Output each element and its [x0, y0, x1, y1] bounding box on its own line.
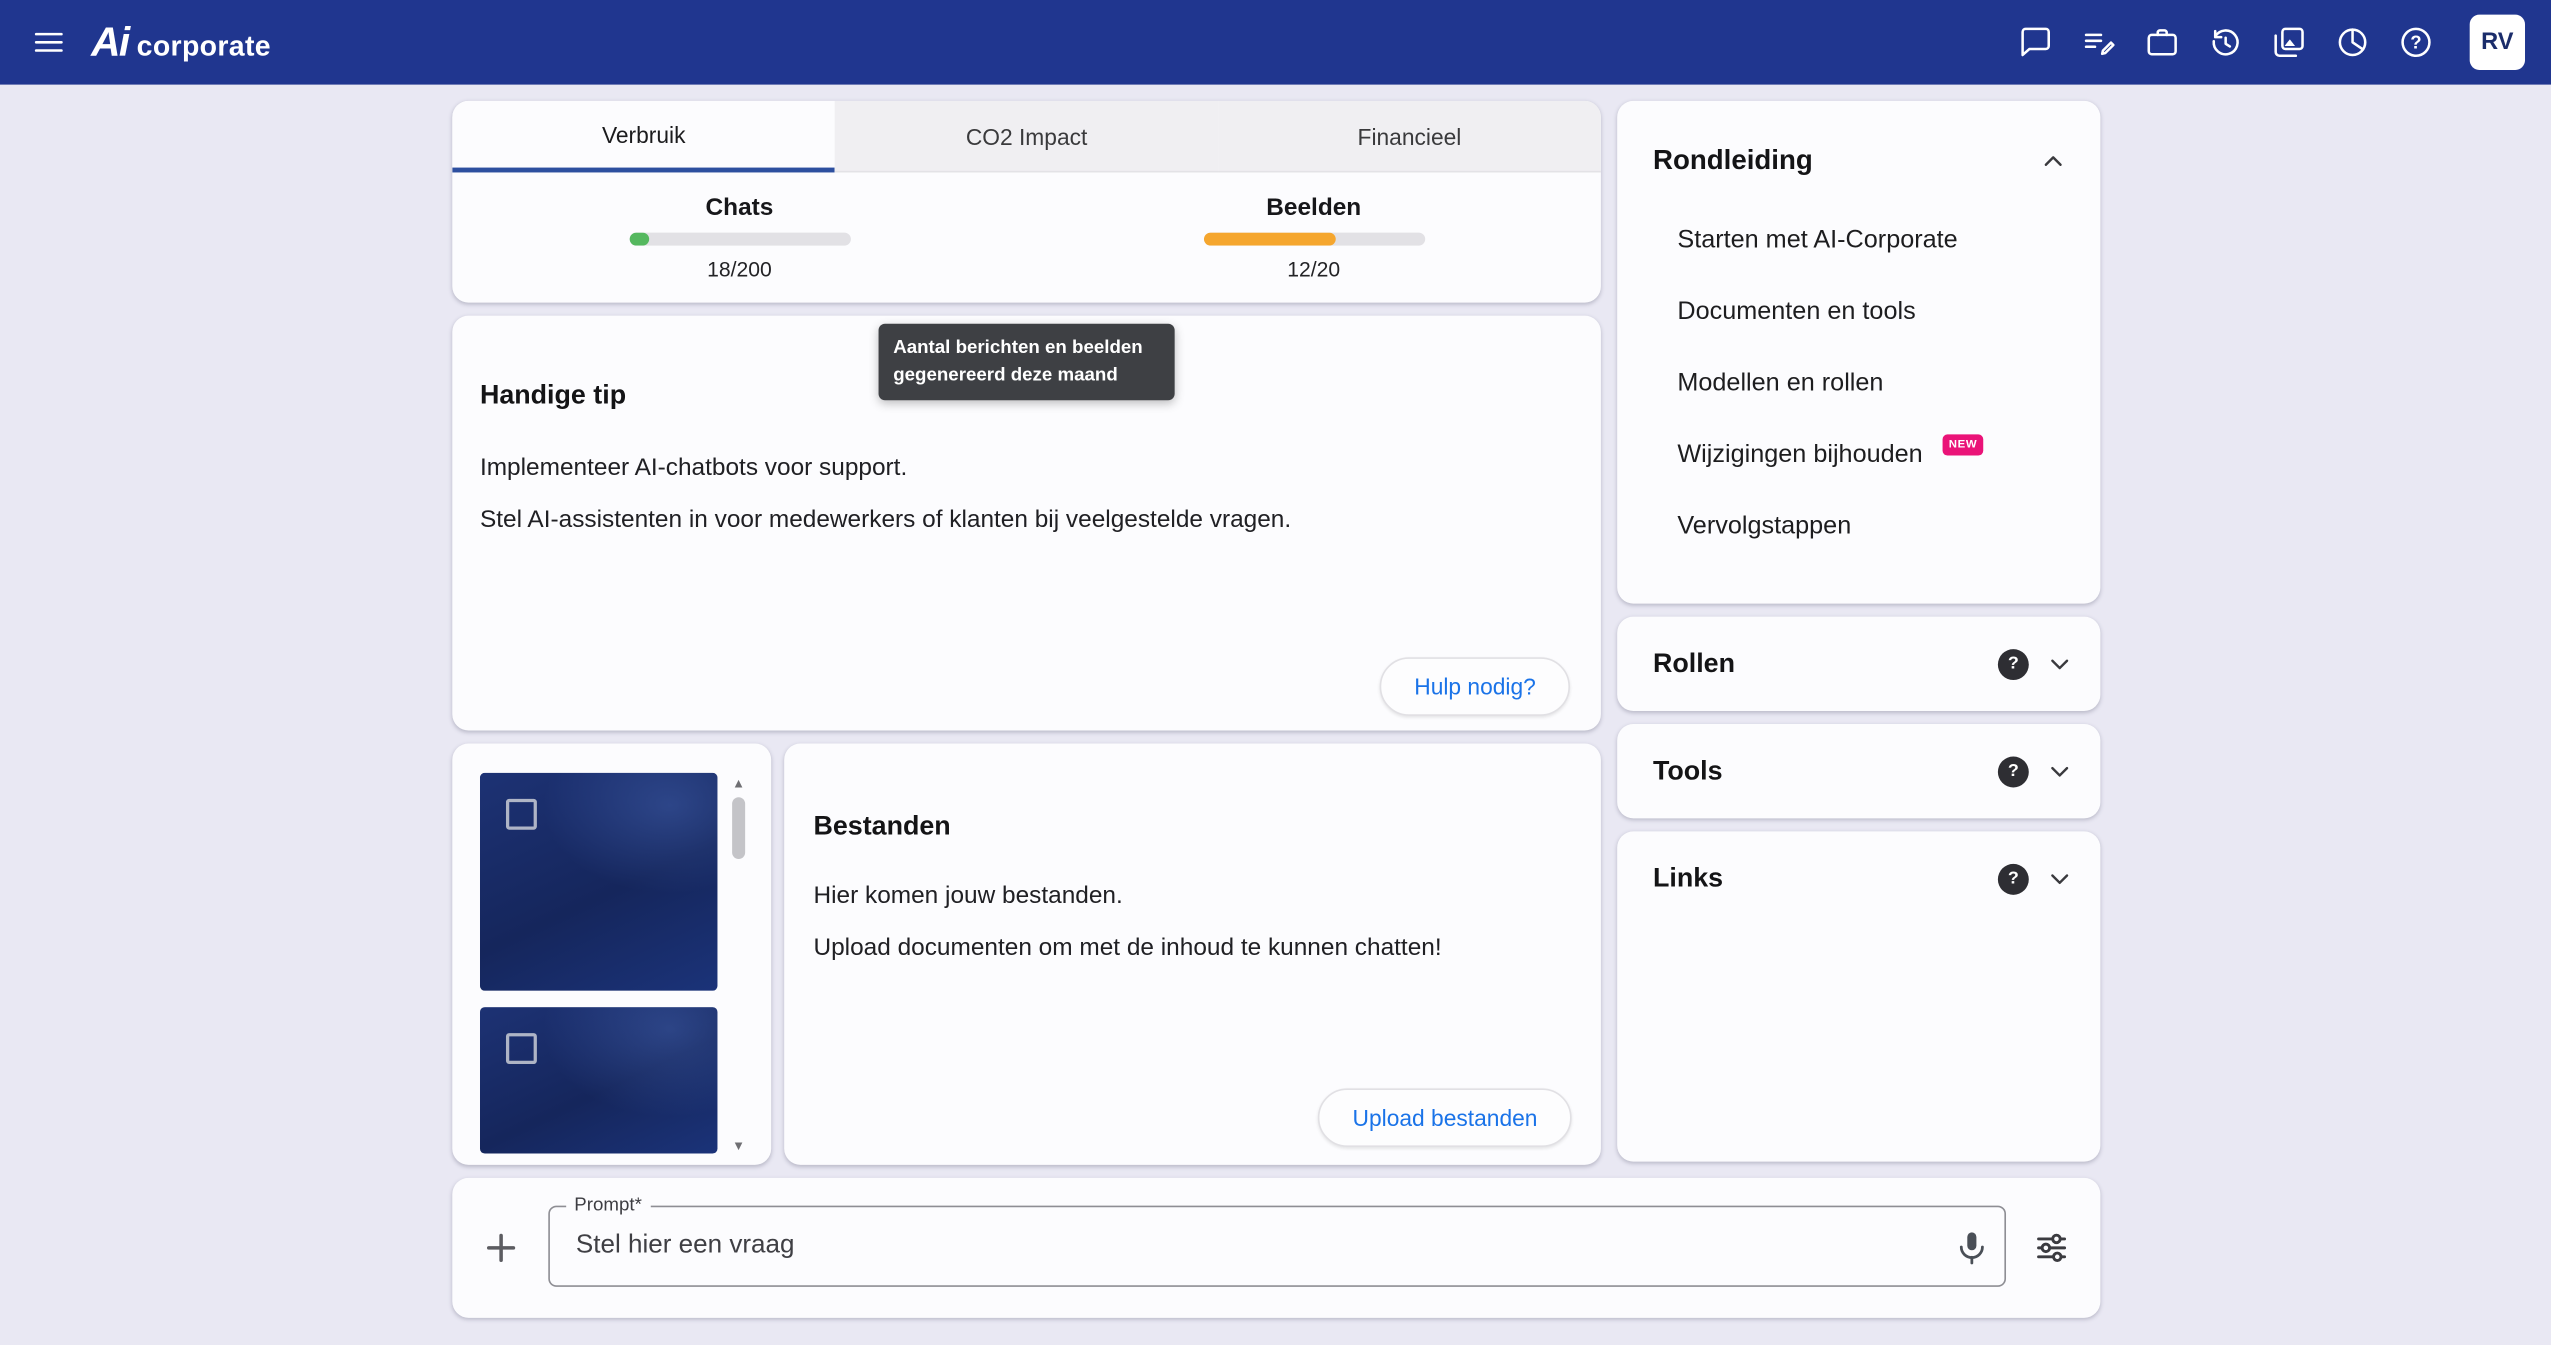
svg-text:?: ? [2410, 32, 2421, 53]
chats-progressbar [629, 233, 850, 246]
images-label: Beelden [1266, 194, 1361, 222]
images-value: 12/20 [1287, 257, 1340, 281]
chevron-up-icon [2039, 146, 2068, 175]
usage-tabs: Verbruik CO2 Impact Financieel [452, 101, 1601, 173]
links-card: Links ? [1617, 831, 2100, 1161]
help-icon[interactable]: ? [2396, 23, 2435, 62]
prompt-bar: Prompt* [452, 1178, 2100, 1318]
image-thumbnail[interactable] [480, 773, 718, 991]
microphone-icon [1952, 1228, 1991, 1267]
tour-header: Rondleiding [1653, 140, 2074, 182]
tools-header[interactable]: Tools ? [1617, 724, 2100, 818]
pie-chart-icon[interactable] [2333, 23, 2372, 62]
rollen-header[interactable]: Rollen ? [1617, 617, 2100, 711]
gallery-icon[interactable] [2270, 23, 2309, 62]
image-checkbox[interactable] [506, 799, 537, 830]
prompt-label: Prompt* [566, 1196, 650, 1216]
new-badge: NEW [1942, 434, 1984, 455]
files-line1: Hier komen jouw bestanden. [813, 882, 1571, 910]
help-icon[interactable]: ? [1998, 863, 2029, 894]
usage-tooltip: Aantal berichten en beelden gegenereerd … [879, 324, 1175, 401]
app-viewport: Ai corporate ? RV [0, 0, 2551, 1345]
logo-mark: Ai [91, 19, 128, 66]
tip-line1: Implementeer AI-chatbots voor support. [480, 454, 1573, 482]
usage-meters: Chats 18/200 Beelden 12/20 [452, 172, 1601, 302]
tour-item-label: Starten met AI-Corporate [1677, 226, 1957, 255]
history-icon[interactable] [2206, 23, 2245, 62]
tools-card: Tools ? [1617, 724, 2100, 818]
files-card: Bestanden Hier komen jouw bestanden. Upl… [784, 744, 1601, 1165]
tools-title: Tools [1653, 756, 1723, 787]
chats-label: Chats [706, 194, 774, 222]
header-actions: ? RV [2016, 15, 2525, 70]
thumbnails-scrollbar[interactable]: ▲ ▼ [729, 776, 749, 1155]
rollen-card: Rollen ? [1617, 617, 2100, 711]
tour-item-starten[interactable]: Starten met AI-Corporate [1653, 205, 2074, 277]
user-avatar[interactable]: RV [2470, 15, 2525, 70]
tour-item-documenten[interactable]: Documenten en tools [1653, 277, 2074, 349]
chats-value: 18/200 [707, 257, 772, 281]
scrollbar-thumb[interactable] [732, 797, 745, 859]
images-progress-fill [1203, 233, 1336, 246]
tooltip-line2: gegenereerd deze maand [893, 362, 1160, 389]
scroll-down-icon[interactable]: ▼ [732, 1139, 745, 1155]
prompt-input[interactable] [550, 1207, 2004, 1285]
tour-item-label: Modellen en rollen [1677, 369, 1883, 398]
tour-item-label: Vervolgstappen [1677, 512, 1851, 541]
tune-icon [2032, 1228, 2071, 1267]
logo-text: corporate [137, 28, 271, 62]
chats-progress-fill [629, 233, 649, 246]
chats-meter: Chats 18/200 [452, 172, 1026, 302]
images-panel: ▲ ▼ [452, 744, 771, 1165]
microphone-button[interactable] [1949, 1225, 1995, 1271]
menu-icon[interactable] [26, 20, 72, 66]
tip-line2: Stel AI-assistenten in voor medewerkers … [480, 506, 1573, 534]
scroll-up-icon[interactable]: ▲ [732, 776, 745, 792]
app-logo: Ai corporate [91, 19, 271, 66]
briefcase-icon[interactable] [2143, 23, 2182, 62]
files-title: Bestanden [813, 812, 1571, 843]
tools-actions: ? [1998, 756, 2074, 787]
tour-card: Rondleiding Starten met AI-Corporate Doc… [1617, 101, 2100, 604]
tour-item-modellen[interactable]: Modellen en rollen [1653, 348, 2074, 420]
tab-co2-impact[interactable]: CO2 Impact [835, 101, 1218, 173]
tooltip-line1: Aantal berichten en beelden [893, 335, 1160, 362]
prompt-field: Prompt* [548, 1206, 2006, 1287]
settings-button[interactable] [2032, 1228, 2071, 1267]
hamburger-icon [31, 24, 67, 60]
tour-item-label: Wijzigingen bijhouden [1677, 441, 1922, 470]
rollen-actions: ? [1998, 648, 2074, 679]
links-actions: ? [1998, 863, 2074, 894]
tab-verbruik[interactable]: Verbruik [452, 101, 835, 173]
chat-icon[interactable] [2016, 23, 2055, 62]
usage-card: Verbruik CO2 Impact Financieel Chats 18/… [452, 101, 1601, 303]
tour-list: Starten met AI-Corporate Documenten en t… [1653, 205, 2074, 563]
tour-item-wijzigingen[interactable]: Wijzigingen bijhouden NEW [1653, 420, 2074, 492]
image-thumbnail[interactable] [480, 1007, 718, 1153]
images-meter: Beelden 12/20 [1027, 172, 1601, 302]
plus-icon [480, 1227, 522, 1269]
collapse-button[interactable] [2032, 140, 2074, 182]
tab-financieel[interactable]: Financieel [1218, 101, 1601, 173]
edit-note-icon[interactable] [2079, 23, 2118, 62]
chevron-down-icon [2045, 864, 2074, 893]
add-attachment-button[interactable] [478, 1225, 524, 1271]
help-icon[interactable]: ? [1998, 756, 2029, 787]
upload-files-button[interactable]: Upload bestanden [1318, 1088, 1571, 1147]
help-needed-button[interactable]: Hulp nodig? [1380, 657, 1570, 716]
image-checkbox[interactable] [506, 1033, 537, 1064]
app-header: Ai corporate ? RV [0, 0, 2551, 85]
tour-title: Rondleiding [1653, 145, 1813, 178]
chevron-down-icon [2045, 757, 2074, 786]
chevron-down-icon [2045, 649, 2074, 678]
links-header[interactable]: Links ? [1617, 831, 2100, 925]
links-title: Links [1653, 863, 1723, 894]
help-icon[interactable]: ? [1998, 648, 2029, 679]
tour-item-label: Documenten en tools [1677, 298, 1915, 327]
tour-item-vervolgstappen[interactable]: Vervolgstappen [1653, 491, 2074, 563]
files-line2: Upload documenten om met de inhoud te ku… [813, 934, 1571, 962]
rollen-title: Rollen [1653, 648, 1735, 679]
images-progressbar [1203, 233, 1424, 246]
